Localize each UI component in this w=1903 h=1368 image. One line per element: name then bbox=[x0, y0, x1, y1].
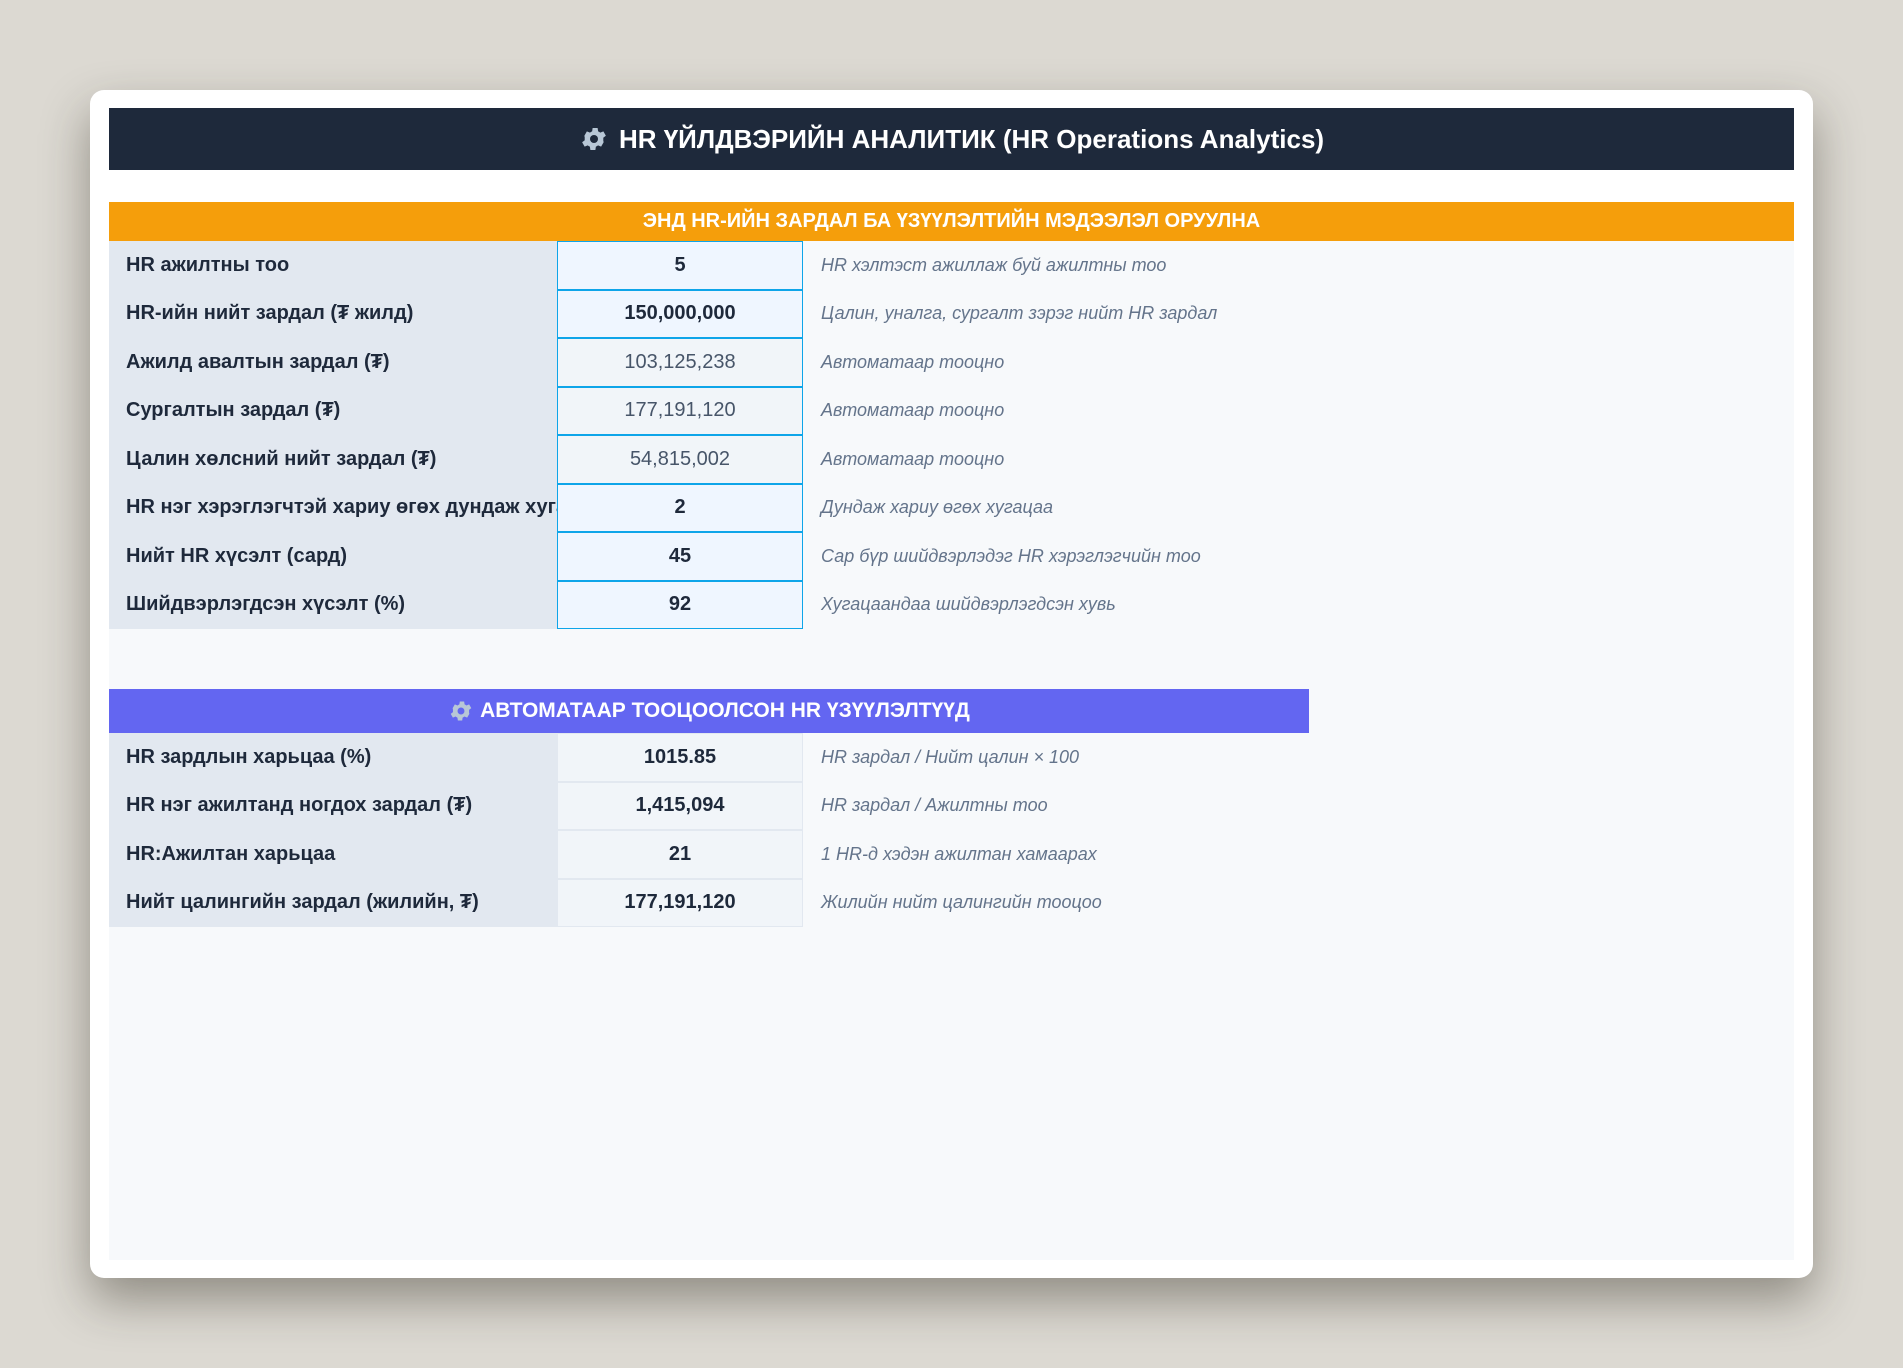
hr-cost-ratio-cell[interactable]: 1015.85 bbox=[557, 733, 803, 782]
input-row-hr-staff: HR ажилтны тоо 5 HR хэлтэст ажиллаж буй … bbox=[109, 241, 1794, 290]
hr-staff-input[interactable]: 5 bbox=[557, 241, 803, 290]
row-label: Шийдвэрлэгдсэн хүсэлт (%) bbox=[109, 580, 557, 629]
recruitment-cost-cell[interactable]: 103,125,238 bbox=[557, 338, 803, 387]
row-note: Автоматаар тооцно bbox=[821, 351, 1005, 372]
row-label: Сургалтын зардал (₮) bbox=[109, 386, 557, 435]
row-note: HR хэлтэст ажиллаж буй ажилтны тоо bbox=[821, 254, 1167, 275]
row-label: HR:Ажилтан харьцаа bbox=[109, 830, 557, 879]
row-label: HR нэг хэрэглэгчтэй хариу өгөх дундаж ху… bbox=[109, 483, 557, 532]
row-note: Автоматаар тооцно bbox=[821, 448, 1005, 469]
calc-row-hr-employee-ratio: HR:Ажилтан харьцаа 21 1 HR-д хэдэн ажилт… bbox=[109, 830, 1794, 879]
row-label: HR зардлын харьцаа (%) bbox=[109, 733, 557, 782]
sheet-canvas: HR ҮЙЛДВЭРИЙН АНАЛИТИК (HR Operations An… bbox=[109, 108, 1794, 1260]
input-section-title: ЭНД HR-ИЙН ЗАРДАЛ БА ҮЗҮҮЛЭЛТИЙН МЭДЭЭЛЭ… bbox=[642, 210, 1261, 232]
gear-icon bbox=[450, 701, 472, 721]
payroll-cost-cell[interactable]: 54,815,002 bbox=[557, 435, 803, 484]
page-title: HR ҮЙЛДВЭРИЙН АНАЛИТИК (HR Operations An… bbox=[618, 123, 1325, 154]
hr-total-cost-input[interactable]: 150,000,000 bbox=[557, 289, 803, 338]
row-note: Цалин, уналга, сургалт зэрэг нийт HR зар… bbox=[821, 303, 1218, 324]
calc-section-header: АВТОМАТААР ТООЦООЛСОН HR ҮЗҮҮЛЭЛТҮҮД bbox=[109, 689, 1309, 733]
annual-payroll-cell[interactable]: 177,191,120 bbox=[557, 878, 803, 927]
row-note: Хугацаандаа шийдвэрлэгдсэн хувь bbox=[821, 594, 1116, 615]
input-row-total-requests: Нийт HR хүсэлт (сард) 45 Сар бүр шийдвэр… bbox=[109, 532, 1794, 581]
row-note: Дундаж хариу өгөх хугацаа bbox=[821, 497, 1054, 518]
row-note: Жилийн нийт цалингийн тооцоо bbox=[821, 892, 1102, 913]
resolved-requests-input[interactable]: 92 bbox=[557, 580, 803, 629]
response-time-input[interactable]: 2 bbox=[557, 483, 803, 532]
input-row-recruitment-cost: Ажилд авалтын зардал (₮) 103,125,238 Авт… bbox=[109, 338, 1794, 387]
input-section-header: ЭНД HR-ИЙН ЗАРДАЛ БА ҮЗҮҮЛЭЛТИЙН МЭДЭЭЛЭ… bbox=[109, 202, 1794, 241]
input-rows: HR ажилтны тоо 5 HR хэлтэст ажиллаж буй … bbox=[109, 241, 1794, 629]
row-label: Ажилд авалтын зардал (₮) bbox=[109, 338, 557, 387]
hr-employee-ratio-cell[interactable]: 21 bbox=[557, 830, 803, 879]
row-label: Нийт HR хүсэлт (сард) bbox=[109, 532, 557, 581]
gear-icon bbox=[582, 128, 606, 150]
row-note: 1 HR-д хэдэн ажилтан хамаарах bbox=[821, 843, 1097, 864]
row-label: Нийт цалингийн зардал (жилийн, ₮) bbox=[109, 878, 557, 927]
row-note: Сар бүр шийдвэрлэдэг HR хэрэглэгчийн тоо bbox=[821, 545, 1201, 566]
page-title-bar: HR ҮЙЛДВЭРИЙН АНАЛИТИК (HR Operations An… bbox=[109, 108, 1794, 170]
calc-rows: HR зардлын харьцаа (%) 1015.85 HR зардал… bbox=[109, 733, 1794, 927]
training-cost-cell[interactable]: 177,191,120 bbox=[557, 386, 803, 435]
spreadsheet-window: HR ҮЙЛДВЭРИЙН АНАЛИТИК (HR Operations An… bbox=[90, 90, 1813, 1278]
calc-row-hr-cost-ratio: HR зардлын харьцаа (%) 1015.85 HR зардал… bbox=[109, 733, 1794, 782]
row-note: HR зардал / Ажилтны тоо bbox=[821, 795, 1048, 816]
calc-row-annual-payroll: Нийт цалингийн зардал (жилийн, ₮) 177,19… bbox=[109, 878, 1794, 927]
row-label: HR нэг ажилтанд ногдох зардал (₮) bbox=[109, 781, 557, 830]
row-note: Автоматаар тооцно bbox=[821, 400, 1005, 421]
total-requests-input[interactable]: 45 bbox=[557, 532, 803, 581]
spacer-row bbox=[109, 170, 1794, 202]
row-label: HR-ийн нийт зардал (₮ жилд) bbox=[109, 289, 557, 338]
row-label: HR ажилтны тоо bbox=[109, 241, 557, 290]
calc-row-cost-per-employee: HR нэг ажилтанд ногдох зардал (₮) 1,415,… bbox=[109, 781, 1794, 830]
input-row-training-cost: Сургалтын зардал (₮) 177,191,120 Автомат… bbox=[109, 386, 1794, 435]
row-note: HR зардал / Нийт цалин × 100 bbox=[821, 746, 1080, 767]
input-row-response-time: HR нэг хэрэглэгчтэй хариу өгөх дундаж ху… bbox=[109, 483, 1794, 532]
calc-section-title: АВТОМАТААР ТООЦООЛСОН HR ҮЗҮҮЛЭЛТҮҮД bbox=[480, 699, 970, 722]
input-row-payroll-cost: Цалин хөлсний нийт зардал (₮) 54,815,002… bbox=[109, 435, 1794, 484]
cost-per-employee-cell[interactable]: 1,415,094 bbox=[557, 781, 803, 830]
row-label: Цалин хөлсний нийт зардал (₮) bbox=[109, 435, 557, 484]
input-row-resolved-requests: Шийдвэрлэгдсэн хүсэлт (%) 92 Хугацаандаа… bbox=[109, 580, 1794, 629]
input-row-hr-total-cost: HR-ийн нийт зардал (₮ жилд) 150,000,000 … bbox=[109, 289, 1794, 338]
